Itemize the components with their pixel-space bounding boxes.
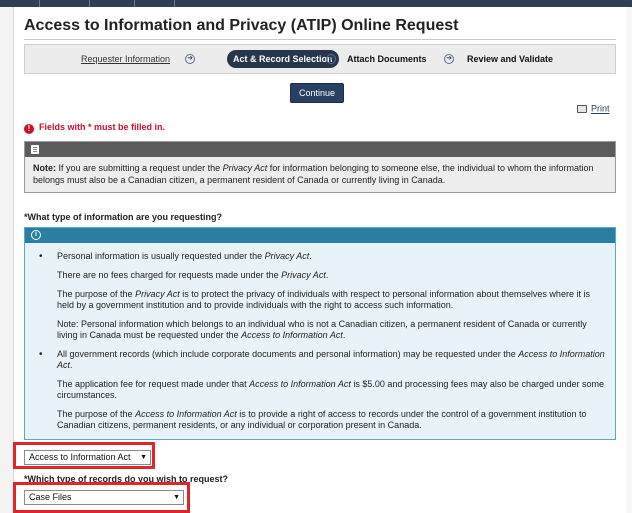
- document-icon: [31, 145, 39, 154]
- info-panel-body: Personal information is usually requeste…: [25, 243, 615, 431]
- note-lead: Note:: [33, 163, 56, 173]
- left-rail: [0, 7, 14, 513]
- required-fields-note: ! Fields with * must be filled in.: [24, 122, 165, 134]
- info-panel-header: i: [25, 228, 615, 243]
- arrow-right-circle-icon: ➜: [326, 54, 336, 64]
- title-divider: [24, 39, 616, 40]
- arrow-right-circle-icon: ➜: [444, 54, 454, 64]
- act-info-panel: i Personal information is usually reques…: [24, 227, 616, 440]
- act-select-value: Access to Information Act: [29, 452, 131, 462]
- caret-down-icon: ▼: [173, 494, 180, 501]
- info-paragraph: All government records (which include co…: [57, 349, 605, 370]
- info-paragraph: Personal information is usually requeste…: [57, 251, 312, 261]
- note-act-name: Privacy Act: [222, 163, 268, 173]
- continue-button[interactable]: Continue: [290, 83, 344, 103]
- scrollbar[interactable]: [626, 7, 632, 513]
- exclamation-circle-icon: !: [24, 124, 34, 134]
- info-paragraph: The purpose of the Access to Information…: [57, 409, 587, 430]
- print-link[interactable]: Print: [577, 103, 610, 114]
- note-text: Note: If you are submitting a request un…: [25, 157, 615, 191]
- step-act-record-selection: Act & Record Selection: [227, 50, 339, 68]
- top-nav-segment: [135, 0, 175, 7]
- top-nav-segment: [0, 0, 40, 7]
- info-paragraph: The purpose of the Privacy Act is to pro…: [57, 289, 590, 310]
- page-title: Access to Information and Privacy (ATIP)…: [24, 17, 459, 34]
- step-review-validate: Review and Validate: [467, 54, 554, 64]
- progress-steps: Requester Information ➜ Act & Record Sel…: [24, 44, 616, 74]
- records-select-value: Case Files: [29, 492, 72, 502]
- access-act-bullet: All government records (which include co…: [37, 349, 605, 431]
- privacy-act-bullet: Personal information is usually requeste…: [37, 251, 605, 341]
- act-type-select[interactable]: Access to Information Act ▼: [24, 450, 151, 465]
- caret-down-icon: ▼: [140, 454, 147, 461]
- info-paragraph: The application fee for request made und…: [57, 379, 604, 400]
- step-requester-information[interactable]: Requester Information: [81, 45, 170, 73]
- top-navigation-bar: [0, 0, 632, 7]
- top-nav-segment: [90, 0, 135, 7]
- info-circle-icon: i: [31, 230, 41, 240]
- note-panel-header: [25, 142, 615, 157]
- records-type-select[interactable]: Case Files ▼: [24, 490, 184, 505]
- arrow-right-circle-icon: ➜: [185, 54, 195, 64]
- privacy-note-panel: Note: If you are submitting a request un…: [24, 141, 616, 193]
- print-label: Print: [591, 103, 610, 114]
- top-nav-segment: [40, 0, 90, 7]
- note-text-part: If you are submitting a request under th…: [56, 163, 223, 173]
- info-paragraph: There are no fees charged for requests m…: [57, 270, 329, 280]
- printer-icon: [577, 104, 587, 113]
- required-note-text: Fields with * must be filled in.: [39, 122, 166, 132]
- info-paragraph: Note: Personal information which belongs…: [57, 319, 587, 340]
- info-type-question: *What type of information are you reques…: [24, 212, 223, 222]
- step-attach-documents: Attach Documents: [347, 54, 427, 64]
